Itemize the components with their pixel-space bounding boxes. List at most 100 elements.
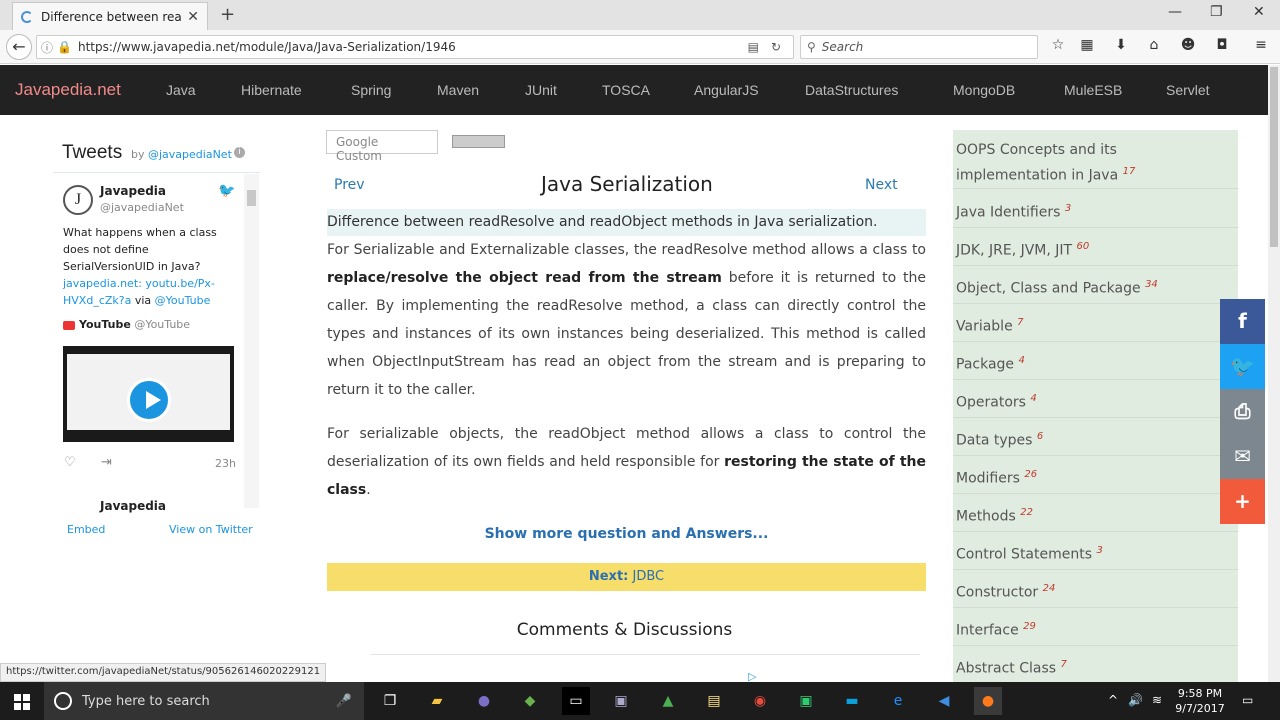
topic-item[interactable]: Java Identifiers 3 (956, 198, 1146, 224)
notepad-icon[interactable]: ▤ (700, 687, 728, 715)
notifications-icon[interactable]: ▭ (1242, 693, 1253, 707)
info-icon[interactable]: ⓘ (41, 39, 53, 56)
bookmark-star-icon[interactable]: ☆ (1047, 37, 1069, 57)
site-logo[interactable]: Javapedia.net (15, 80, 121, 100)
nav-datastructures[interactable]: DataStructures (805, 82, 898, 98)
android-studio-icon[interactable]: ▲ (654, 687, 682, 715)
tray-chevron-icon[interactable]: ^ (1108, 693, 1118, 707)
topic-item[interactable]: Methods 22 (956, 502, 1146, 528)
nav-mongodb[interactable]: MongoDB (953, 82, 1015, 98)
library-icon[interactable]: ▦ (1076, 37, 1098, 57)
terminal-icon[interactable]: ▭ (562, 687, 590, 715)
topic-item[interactable]: Operators 4 (956, 388, 1146, 414)
eclipse-icon[interactable]: ● (470, 687, 498, 715)
app-icon[interactable]: ◆ (516, 687, 544, 715)
close-tab-icon[interactable]: ✕ (187, 9, 199, 25)
email-share-button[interactable]: ✉ (1220, 434, 1265, 479)
google-search-button[interactable] (452, 135, 505, 148)
tweets-by-handle[interactable]: @javapediaNet (148, 148, 232, 161)
topic-item[interactable]: Constructor 24 (956, 578, 1146, 604)
info-icon[interactable]: i (234, 147, 245, 158)
back-button[interactable]: ← (6, 34, 32, 60)
youtube-card-header[interactable]: YouTube @YouTube (63, 318, 190, 331)
avatar[interactable]: J (63, 185, 93, 215)
store-icon[interactable]: ▬ (838, 687, 866, 715)
nav-angularjs[interactable]: AngularJS (694, 82, 759, 98)
topic-item[interactable]: Variable 7 (956, 312, 1146, 338)
prev-link[interactable]: Prev (334, 177, 365, 193)
next-topic-bar[interactable]: Next: JDBC (327, 563, 926, 591)
next-tweet-author[interactable]: Javapedia (100, 499, 166, 513)
twitter-bird-icon[interactable]: 🐦 (218, 183, 235, 199)
nav-spring[interactable]: Spring (351, 82, 391, 98)
chrome-icon[interactable]: ◉ (746, 687, 774, 715)
microphone-icon[interactable]: 🎤 (336, 694, 352, 709)
nav-java[interactable]: Java (166, 82, 196, 98)
edge-icon[interactable]: e (884, 687, 912, 715)
topic-item[interactable]: Abstract Class 7 (956, 654, 1146, 680)
view-on-twitter-link[interactable]: View on Twitter (169, 523, 253, 536)
tweet-via-handle[interactable]: @YouTube (155, 294, 211, 307)
nav-hibernate[interactable]: Hibernate (241, 82, 302, 98)
next-link[interactable]: Next (865, 177, 898, 193)
nav-servlet[interactable]: Servlet (1166, 82, 1210, 98)
reader-view-icon[interactable]: ▤ (748, 40, 759, 54)
show-more-link[interactable]: Show more question and Answers... (327, 526, 926, 542)
chat-icon[interactable]: ☻ (1177, 37, 1199, 57)
twitter-share-button[interactable]: 🐦 (1220, 344, 1265, 389)
pocket-icon[interactable]: ◘ (1211, 37, 1233, 57)
topic-item[interactable]: JDK, JRE, JVM, JIT 60 (956, 236, 1146, 262)
nav-muleesb[interactable]: MuleESB (1064, 82, 1122, 98)
browser-tab[interactable]: Difference between readR... ✕ (12, 2, 208, 30)
taskbar-clock[interactable]: 9:58 PM 9/7/2017 (1170, 686, 1230, 716)
timeline-scrollbar[interactable] (244, 174, 259, 508)
facebook-share-button[interactable]: f (1220, 299, 1265, 344)
like-icon[interactable]: ♡ (64, 455, 76, 470)
tweet-time[interactable]: 23h (215, 457, 236, 470)
next-topic-link[interactable]: JDBC (633, 569, 665, 584)
topic-item[interactable]: Package 4 (956, 350, 1146, 376)
timeline-scrollbar-thumb[interactable] (247, 190, 256, 206)
search-input[interactable]: ⚲ Search (800, 35, 1038, 59)
nav-maven[interactable]: Maven (437, 82, 479, 98)
taskbar-search[interactable]: Type here to search 🎤 (44, 682, 364, 720)
window-close-button[interactable]: ✕ (1253, 4, 1265, 20)
task-view-icon[interactable]: ❐ (376, 687, 404, 715)
video-thumbnail[interactable] (63, 346, 234, 442)
topic-item[interactable]: Modifiers 26 (956, 464, 1146, 490)
file-explorer-icon[interactable]: ▰ (423, 687, 451, 715)
embed-link[interactable]: Embed (67, 523, 105, 536)
menu-icon[interactable]: ≡ (1250, 37, 1272, 57)
topic-item[interactable]: Control Statements 3 (956, 540, 1146, 566)
google-custom-search-input[interactable]: Google Custom (326, 130, 438, 163)
address-bar[interactable]: ⓘ 🔒 https://www.javapedia.net/module/Jav… (36, 35, 794, 59)
topic-item[interactable]: OOPS Concepts and its implementation in … (956, 140, 1146, 187)
topic-item[interactable]: Data types 6 (956, 426, 1146, 452)
play-icon[interactable] (127, 378, 171, 422)
tweet-author-handle[interactable]: @javapediaNet (100, 201, 184, 214)
topic-item[interactable]: Interface 29 (956, 616, 1146, 642)
home-icon[interactable]: ⌂ (1143, 37, 1165, 57)
url-text[interactable]: https://www.javapedia.net/module/Java/Ja… (78, 40, 748, 54)
download-icon[interactable]: ⬇ (1110, 37, 1132, 57)
maximize-button[interactable]: ❐ (1210, 4, 1223, 20)
reload-icon[interactable]: ↻ (771, 40, 781, 54)
scrollbar-thumb[interactable] (1270, 67, 1278, 247)
volume-icon[interactable]: 🔊 (1128, 693, 1143, 707)
photos-icon[interactable]: ▣ (792, 687, 820, 715)
new-tab-button[interactable]: + (220, 4, 235, 25)
more-share-button[interactable]: + (1220, 479, 1265, 524)
firefox-icon[interactable]: ● (974, 687, 1002, 715)
visual-studio-code-icon[interactable]: ◀ (930, 687, 958, 715)
nav-tosca[interactable]: TOSCA (602, 82, 650, 98)
page-scrollbar[interactable] (1268, 65, 1280, 682)
topic-item[interactable]: Object, Class and Package 34 (956, 274, 1216, 300)
minimize-button[interactable]: — (1168, 4, 1182, 20)
nav-junit[interactable]: JUnit (525, 82, 557, 98)
app-icon[interactable]: ▣ (607, 687, 635, 715)
share-icon[interactable]: ⇥ (101, 455, 112, 470)
network-icon[interactable]: ≋ (1152, 693, 1162, 707)
start-button[interactable] (14, 694, 30, 710)
tweet-author-name[interactable]: Javapedia (100, 184, 166, 198)
print-button[interactable]: ⎙ (1220, 389, 1265, 434)
